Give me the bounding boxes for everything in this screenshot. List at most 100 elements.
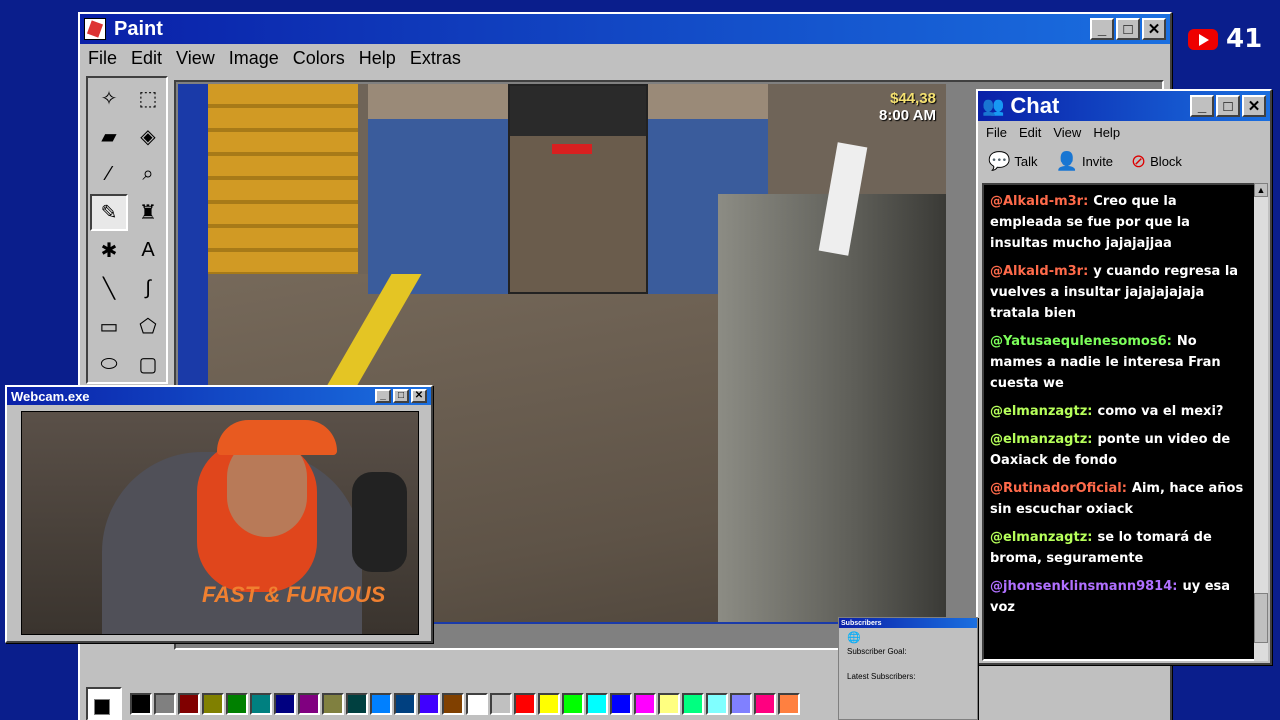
- maximize-button[interactable]: □: [1116, 18, 1140, 40]
- color-swatch[interactable]: [346, 693, 368, 715]
- paint-titlebar[interactable]: Paint _ □ ✕: [80, 14, 1170, 44]
- color-swatch[interactable]: [754, 693, 776, 715]
- color-swatch[interactable]: [778, 693, 800, 715]
- chat-menu-help[interactable]: Help: [1093, 125, 1120, 140]
- chat-scrollbar[interactable]: ▲: [1254, 183, 1268, 661]
- color-swatch[interactable]: [130, 693, 152, 715]
- webcam-title: Webcam.exe: [11, 388, 90, 404]
- polygon-icon[interactable]: ⬠: [129, 308, 167, 345]
- eraser-icon[interactable]: ▰: [90, 118, 128, 155]
- curve-icon[interactable]: ∫: [129, 270, 167, 307]
- line-icon[interactable]: ╲: [90, 270, 128, 307]
- webcam-close-button[interactable]: ✕: [411, 389, 427, 403]
- menu-edit[interactable]: Edit: [131, 48, 162, 69]
- youtube-viewers: 41: [1188, 24, 1262, 54]
- color-swatch[interactable]: [730, 693, 752, 715]
- color-swatch[interactable]: [322, 693, 344, 715]
- fill-icon[interactable]: ◈: [129, 118, 167, 155]
- chat-close-button[interactable]: ✕: [1242, 95, 1266, 117]
- talk-icon: 💬: [988, 150, 1011, 171]
- rect-select-icon[interactable]: ⬚: [129, 80, 167, 117]
- chat-titlebar[interactable]: 👥 Chat _ □ ✕: [978, 91, 1270, 121]
- color-swatch[interactable]: [538, 693, 560, 715]
- color-swatch[interactable]: [490, 693, 512, 715]
- chat-menubar: File Edit View Help: [978, 121, 1270, 143]
- scroll-thumb[interactable]: [1254, 593, 1268, 643]
- menu-image[interactable]: Image: [229, 48, 279, 69]
- color-swatch[interactable]: [706, 693, 728, 715]
- color-swatch[interactable]: [370, 693, 392, 715]
- picker-icon[interactable]: ⁄: [90, 156, 128, 193]
- brush-icon[interactable]: ♜: [129, 194, 167, 231]
- game-hud: $44,38 8:00 AM: [879, 90, 936, 124]
- color-swatch[interactable]: [466, 693, 488, 715]
- close-button[interactable]: ✕: [1142, 18, 1166, 40]
- menu-file[interactable]: File: [88, 48, 117, 69]
- color-swatch[interactable]: [514, 693, 536, 715]
- block-button[interactable]: ⊘ Block: [1131, 151, 1182, 172]
- chat-message: @jhonsenklinsmann9814: uy esa voz: [990, 576, 1248, 618]
- free-select-icon[interactable]: ✧: [90, 80, 128, 117]
- chat-message: @Alkald-m3r: Creo que la empleada se fue …: [990, 191, 1248, 254]
- subscriber-goal-label: Subscriber Goal:: [847, 647, 907, 656]
- chat-username: @RutinadorOficial:: [990, 481, 1127, 496]
- menu-help[interactable]: Help: [359, 48, 396, 69]
- chat-message: @elmanzagtz: se lo tomará de broma, segur…: [990, 527, 1248, 569]
- color-swatch[interactable]: [634, 693, 656, 715]
- rectangle-icon[interactable]: ▭: [90, 308, 128, 345]
- color-swatch[interactable]: [586, 693, 608, 715]
- chat-log[interactable]: @Alkald-m3r: Creo que la empleada se fue …: [982, 183, 1256, 661]
- color-swatch[interactable]: [610, 693, 632, 715]
- current-colors[interactable]: [86, 687, 122, 720]
- color-swatch[interactable]: [226, 693, 248, 715]
- color-swatch[interactable]: [250, 693, 272, 715]
- ellipse-icon[interactable]: ⬭: [90, 346, 128, 383]
- chat-message: @Alkald-m3r: y cuando regresa la vuelves …: [990, 261, 1248, 324]
- globe-icon: 🌐: [847, 632, 861, 644]
- chat-title: Chat: [1010, 93, 1060, 118]
- foreground-color: [94, 699, 110, 715]
- invite-button[interactable]: 👤 Invite: [1056, 151, 1114, 172]
- talk-button[interactable]: 💬 Talk: [988, 151, 1038, 172]
- hud-time: 8:00 AM: [879, 107, 936, 124]
- chat-maximize-button[interactable]: □: [1216, 95, 1240, 117]
- chat-menu-edit[interactable]: Edit: [1019, 125, 1041, 140]
- text-icon[interactable]: A: [129, 232, 167, 269]
- color-swatch[interactable]: [202, 693, 224, 715]
- color-swatch[interactable]: [418, 693, 440, 715]
- chat-message: @Yatusaequlenesomos6: No mames a nadie le…: [990, 331, 1248, 394]
- chat-text: como va el mexi?: [1097, 404, 1224, 419]
- airbrush-icon[interactable]: ✱: [90, 232, 128, 269]
- color-swatch[interactable]: [562, 693, 584, 715]
- webcam-maximize-button[interactable]: □: [393, 389, 409, 403]
- chat-menu-view[interactable]: View: [1053, 125, 1081, 140]
- block-label: Block: [1150, 153, 1182, 169]
- paint-menubar: File Edit View Image Colors Help Extras: [80, 44, 1170, 72]
- rounded-rect-icon[interactable]: ▢: [129, 346, 167, 383]
- chat-app-icon: 👥: [982, 95, 1005, 116]
- color-swatch[interactable]: [274, 693, 296, 715]
- chat-menu-file[interactable]: File: [986, 125, 1007, 140]
- pencil-icon[interactable]: ✎: [90, 194, 128, 231]
- webcam-titlebar[interactable]: Webcam.exe _ □ ✕: [7, 387, 431, 405]
- scroll-up-icon[interactable]: ▲: [1254, 183, 1268, 197]
- shirt-print: FAST & FURIOUS: [202, 582, 386, 607]
- webcam-feed: FAST & FURIOUS: [21, 411, 419, 635]
- menu-extras[interactable]: Extras: [410, 48, 461, 69]
- chat-username: @elmanzagtz:: [990, 404, 1093, 419]
- magnifier-icon[interactable]: ⌕: [129, 156, 167, 193]
- swatches: [130, 693, 800, 715]
- webcam-minimize-button[interactable]: _: [375, 389, 391, 403]
- chat-minimize-button[interactable]: _: [1190, 95, 1214, 117]
- color-swatch[interactable]: [154, 693, 176, 715]
- color-swatch[interactable]: [442, 693, 464, 715]
- menu-view[interactable]: View: [176, 48, 215, 69]
- menu-colors[interactable]: Colors: [293, 48, 345, 69]
- color-swatch[interactable]: [658, 693, 680, 715]
- color-swatch[interactable]: [298, 693, 320, 715]
- color-swatch[interactable]: [682, 693, 704, 715]
- color-swatch[interactable]: [178, 693, 200, 715]
- game-cabinet: [508, 84, 648, 294]
- color-swatch[interactable]: [394, 693, 416, 715]
- minimize-button[interactable]: _: [1090, 18, 1114, 40]
